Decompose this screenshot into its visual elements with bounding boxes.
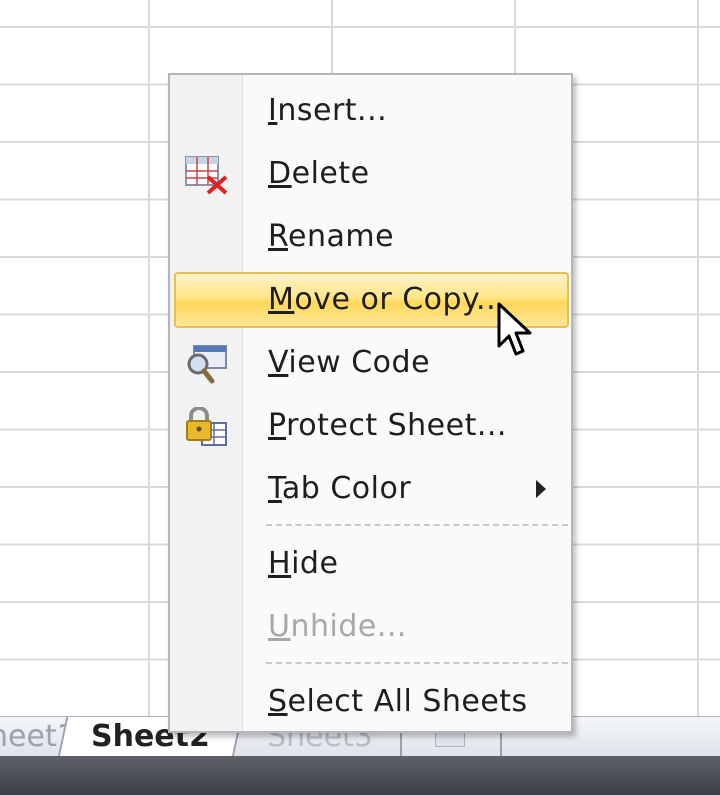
menu-separator xyxy=(266,662,568,664)
protect-sheet-icon xyxy=(186,407,227,446)
sheet-tab-sheet1[interactable]: Sheet1 xyxy=(0,717,76,757)
menu-item-delete[interactable]: Delete xyxy=(174,146,569,202)
menu-item-label: Rename xyxy=(268,219,395,254)
view-code-icon xyxy=(187,345,227,384)
menu-item-hide[interactable]: Hide xyxy=(174,536,569,592)
menu-item-unhide: Unhide... xyxy=(174,599,569,655)
menu-item-label: Tab Color xyxy=(268,471,412,506)
menu-item-label: Insert... xyxy=(268,93,388,128)
menu-item-label: Select All Sheets xyxy=(268,684,528,719)
menu-item-label: Hide xyxy=(268,546,339,581)
menu-item-label: Protect Sheet... xyxy=(268,408,507,443)
delete-sheet-icon xyxy=(185,156,228,195)
submenu-arrow-icon xyxy=(536,480,546,498)
status-bar xyxy=(0,756,720,795)
mouse-pointer-icon xyxy=(497,302,532,356)
menu-item-label: Unhide... xyxy=(268,609,407,644)
menu-item-protect-sheet[interactable]: Protect Sheet... xyxy=(174,398,569,454)
menu-item-label: Delete xyxy=(268,156,370,191)
sheet-context-menu: Insert... Delete Rename Move or Copy... … xyxy=(168,73,573,733)
menu-item-tab-color[interactable]: Tab Color xyxy=(174,461,569,517)
menu-item-rename[interactable]: Rename xyxy=(174,209,569,265)
menu-item-select-all-sheets[interactable]: Select All Sheets xyxy=(174,674,569,730)
menu-item-insert[interactable]: Insert... xyxy=(174,83,569,139)
menu-item-label: View Code xyxy=(268,345,431,380)
menu-item-label: Move or Copy... xyxy=(268,282,507,317)
menu-separator xyxy=(266,524,568,526)
